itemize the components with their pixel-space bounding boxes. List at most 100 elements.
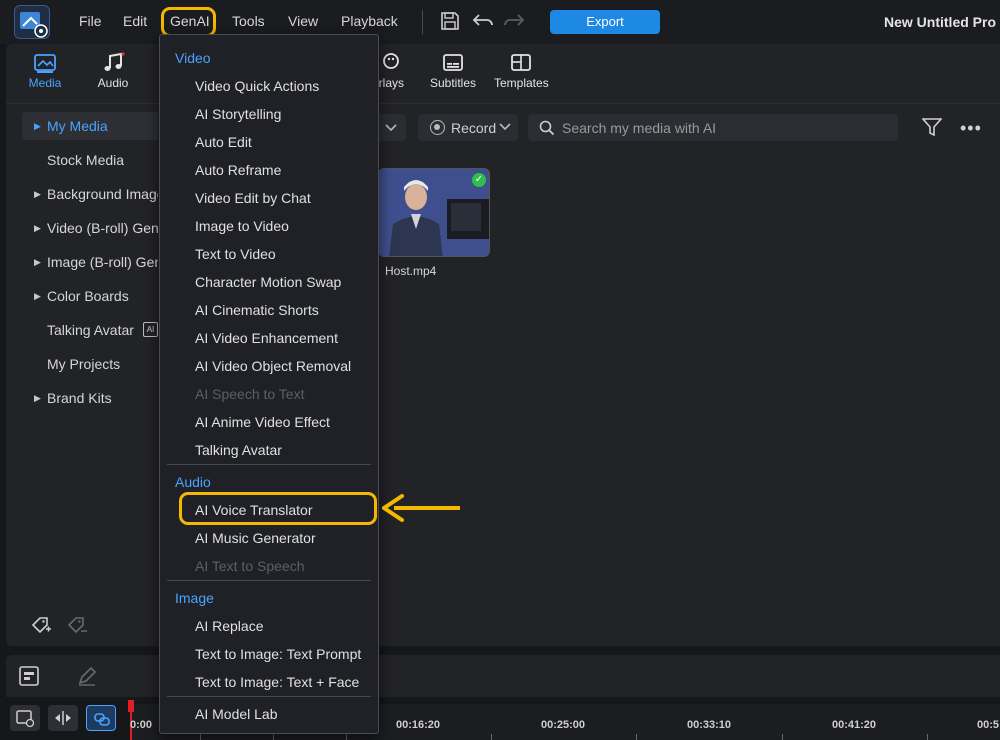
menu-item-text-to-image-face[interactable]: Text to Image: Text + Face <box>195 674 359 690</box>
split-icon <box>55 711 71 725</box>
subtitles-icon <box>443 54 463 71</box>
pen-icon[interactable] <box>76 665 98 687</box>
menu-item-talking-avatar[interactable]: Talking Avatar <box>195 442 282 458</box>
arrow-left-icon <box>382 494 460 522</box>
tab-audio[interactable]: Audio <box>94 52 132 90</box>
search-media-box[interactable] <box>528 114 898 141</box>
menu-item-ai-music-generator[interactable]: AI Music Generator <box>195 530 316 546</box>
media-icon <box>34 54 56 73</box>
ai-badge-icon: AI <box>143 322 158 337</box>
split-button[interactable] <box>48 705 78 731</box>
tab-label: Audio <box>97 76 129 90</box>
export-button[interactable]: Export <box>550 10 660 34</box>
timecode: 0:00 <box>130 719 153 731</box>
undo-icon[interactable] <box>472 11 494 31</box>
voice-translator-highlight-box <box>179 492 377 525</box>
menu-separator <box>167 696 371 697</box>
tab-templates[interactable]: Templates <box>494 52 549 90</box>
menu-item-ai-video-enhancement[interactable]: AI Video Enhancement <box>195 330 338 346</box>
add-track-button[interactable] <box>10 705 40 731</box>
menu-item-character-motion-swap[interactable]: Character Motion Swap <box>195 274 341 290</box>
menu-item-ai-cinematic-shorts[interactable]: AI Cinematic Shorts <box>195 302 319 318</box>
record-icon <box>430 120 445 135</box>
menu-bar: File Edit GenAI Tools View Playback Expo… <box>0 0 1000 44</box>
record-dropdown[interactable]: Record <box>418 114 518 141</box>
tab-label: Templates <box>494 76 549 90</box>
menu-section-audio: Audio <box>175 474 211 490</box>
tab-media[interactable]: Media <box>26 52 64 90</box>
ruler-tick <box>200 734 201 740</box>
menu-edit[interactable]: Edit <box>123 13 147 29</box>
tab-label: Media <box>28 76 62 90</box>
tab-subtitles[interactable]: Subtitles <box>429 52 477 90</box>
menu-playback[interactable]: Playback <box>341 13 398 29</box>
add-track-icon <box>16 710 34 727</box>
timeline-toolbar <box>6 655 1000 697</box>
ruler-tick <box>927 734 928 740</box>
menu-item-ai-storytelling[interactable]: AI Storytelling <box>195 106 281 122</box>
ruler-tick <box>782 734 783 740</box>
menu-file[interactable]: File <box>79 13 102 29</box>
menu-item-auto-edit[interactable]: Auto Edit <box>195 134 252 150</box>
menu-item-ai-video-object-removal[interactable]: AI Video Object Removal <box>195 358 351 374</box>
import-dropdown[interactable] <box>376 114 406 141</box>
more-options-icon[interactable]: ••• <box>960 118 982 139</box>
caret-right-icon: ▶ <box>34 121 41 131</box>
sidebar-item-video-broll[interactable]: ▶ Video (B-roll) Gene <box>22 214 158 242</box>
save-icon[interactable] <box>440 11 460 31</box>
toolbar-divider <box>422 10 423 34</box>
sidebar-item-background-image[interactable]: ▶ Background Image <box>22 180 158 208</box>
filter-icon[interactable] <box>922 117 942 137</box>
media-filename: Host.mp4 <box>385 264 437 278</box>
menu-view[interactable]: View <box>288 13 318 29</box>
sidebar-item-stock-media[interactable]: Stock Media <box>22 146 158 174</box>
caret-right-icon: ▶ <box>34 257 41 267</box>
timecode: 00:33:10 <box>687 719 732 731</box>
search-input[interactable] <box>562 114 882 141</box>
templates-icon <box>511 54 531 71</box>
ruler-tick <box>491 734 492 740</box>
menu-item-ai-anime-video-effect[interactable]: AI Anime Video Effect <box>195 414 330 430</box>
app-logo-icon[interactable] <box>14 5 50 39</box>
menu-tools[interactable]: Tools <box>232 13 265 29</box>
chevron-down-icon <box>385 124 397 132</box>
caret-right-icon: ▶ <box>34 223 41 233</box>
ruler-tick <box>636 734 637 740</box>
ruler-tick <box>346 734 347 740</box>
timecode: 00:5 <box>977 719 1000 731</box>
sidebar-item-color-boards[interactable]: ▶ Color Boards <box>22 282 158 310</box>
menu-item-video-quick-actions[interactable]: Video Quick Actions <box>195 78 319 94</box>
tab-label: Subtitles <box>429 76 477 90</box>
tabs-divider <box>6 103 1000 104</box>
sidebar-item-brand-kits[interactable]: ▶ Brand Kits <box>22 384 158 412</box>
timeline-tools-icon[interactable] <box>18 665 40 687</box>
sidebar-item-my-projects[interactable]: My Projects <box>22 350 158 378</box>
sidebar-item-image-broll[interactable]: ▶ Image (B-roll) Gen <box>22 248 158 276</box>
menu-separator <box>167 464 371 465</box>
menu-item-ai-speech-to-text: AI Speech to Text <box>195 386 305 402</box>
remove-tag-icon[interactable] <box>66 615 88 635</box>
menu-item-ai-text-to-speech: AI Text to Speech <box>195 558 305 574</box>
timecode: 00:16:20 <box>396 719 441 731</box>
menu-item-text-to-image-prompt[interactable]: Text to Image: Text Prompt <box>195 646 361 662</box>
menu-item-ai-model-lab[interactable]: AI Model Lab <box>195 706 278 722</box>
redo-icon[interactable] <box>503 11 525 31</box>
chevron-down-icon <box>499 123 511 131</box>
link-button[interactable] <box>86 705 116 731</box>
project-title: New Untitled Pro <box>884 14 997 30</box>
timecode: 00:41:20 <box>832 719 877 731</box>
menu-section-image: Image <box>175 590 214 606</box>
record-label: Record <box>451 120 497 136</box>
menu-item-video-edit-by-chat[interactable]: Video Edit by Chat <box>195 190 311 206</box>
sidebar-item-talking-avatar[interactable]: Talking Avatar <box>22 316 142 344</box>
menu-item-text-to-video[interactable]: Text to Video <box>195 246 276 262</box>
genai-dropdown-menu: Video Video Quick Actions AI Storytellin… <box>159 34 379 734</box>
sidebar-item-my-media[interactable]: ▶ My Media <box>22 112 158 140</box>
search-icon <box>539 120 555 136</box>
link-icon <box>94 713 110 726</box>
add-tag-icon[interactable] <box>30 615 52 635</box>
menu-item-image-to-video[interactable]: Image to Video <box>195 218 289 234</box>
menu-item-ai-replace[interactable]: AI Replace <box>195 618 263 634</box>
menu-item-auto-reframe[interactable]: Auto Reframe <box>195 162 281 178</box>
overlays-icon <box>383 53 399 69</box>
